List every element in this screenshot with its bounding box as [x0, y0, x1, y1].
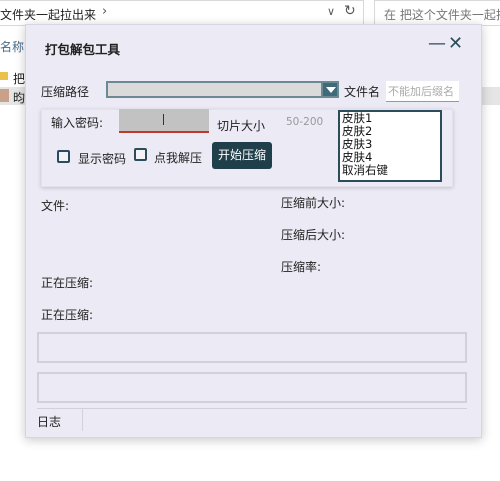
file-label: 文件: — [41, 199, 70, 213]
show-password-label: 显示密码 — [78, 152, 127, 166]
skin-context-menu: 皮肤1 皮肤2 皮肤3 皮肤4 取消右键 — [338, 110, 442, 182]
image-file-icon — [0, 89, 9, 102]
click-decompress-label: 点我解压 — [154, 151, 203, 165]
refresh-icon[interactable]: ↻ — [344, 3, 356, 19]
menu-item-cancel-right-click[interactable]: 取消右键 — [342, 164, 438, 177]
log-divider — [37, 408, 467, 409]
compressing-label-1: 正在压缩: — [41, 276, 94, 290]
chevron-right-icon[interactable]: › — [102, 4, 107, 19]
combo-dropdown-icon[interactable] — [321, 81, 339, 98]
text-caret — [163, 114, 164, 125]
chevron-down-icon[interactable]: ∨ — [327, 5, 335, 18]
dialog-title: 打包解包工具 — [45, 42, 121, 57]
file-name-input[interactable]: 不能加后缀名 — [386, 81, 459, 102]
progress-bar-1 — [37, 332, 467, 363]
search-placeholder: 在 把这个文件夹一起拉出 — [384, 8, 500, 22]
column-header-name[interactable]: 名称 — [0, 38, 24, 55]
password-label: 输入密码: — [51, 116, 104, 130]
click-decompress-checkbox[interactable] — [134, 148, 147, 161]
show-password-checkbox[interactable] — [57, 150, 70, 163]
close-icon[interactable]: ✕ — [448, 33, 463, 54]
slice-size-label: 切片大小 — [217, 119, 266, 133]
log-tab-label: 日志 — [37, 415, 62, 429]
compress-path-combo[interactable] — [106, 81, 339, 98]
address-bar[interactable]: 文件夹一起拉出来 › ∨ ↻ — [0, 0, 364, 26]
after-size-label: 压缩后大小: — [281, 228, 346, 242]
password-input[interactable] — [119, 109, 209, 133]
compressing-label-2: 正在压缩: — [41, 308, 94, 322]
file-name-label: 文件名 — [344, 85, 381, 99]
list-item-label: 把 — [13, 72, 26, 86]
compress-path-label: 压缩路径 — [41, 85, 90, 99]
start-compress-button[interactable]: 开始压缩 — [212, 142, 272, 169]
minimize-icon[interactable]: — — [428, 33, 446, 54]
search-box[interactable]: 在 把这个文件夹一起拉出 — [374, 0, 500, 26]
before-size-label: 压缩前大小: — [281, 196, 346, 210]
ratio-label: 压缩率: — [281, 260, 322, 274]
list-item-label: 昀 — [13, 91, 26, 105]
pack-unpack-dialog: 打包解包工具 — ✕ 压缩路径 文件名 不能加后缀名 输入密码: 切片大小 50… — [25, 24, 482, 438]
address-path: 文件夹一起拉出来 — [0, 8, 97, 22]
progress-bar-2 — [37, 372, 467, 403]
folder-icon — [0, 72, 8, 80]
slice-size-input[interactable]: 50-200 — [276, 113, 338, 131]
